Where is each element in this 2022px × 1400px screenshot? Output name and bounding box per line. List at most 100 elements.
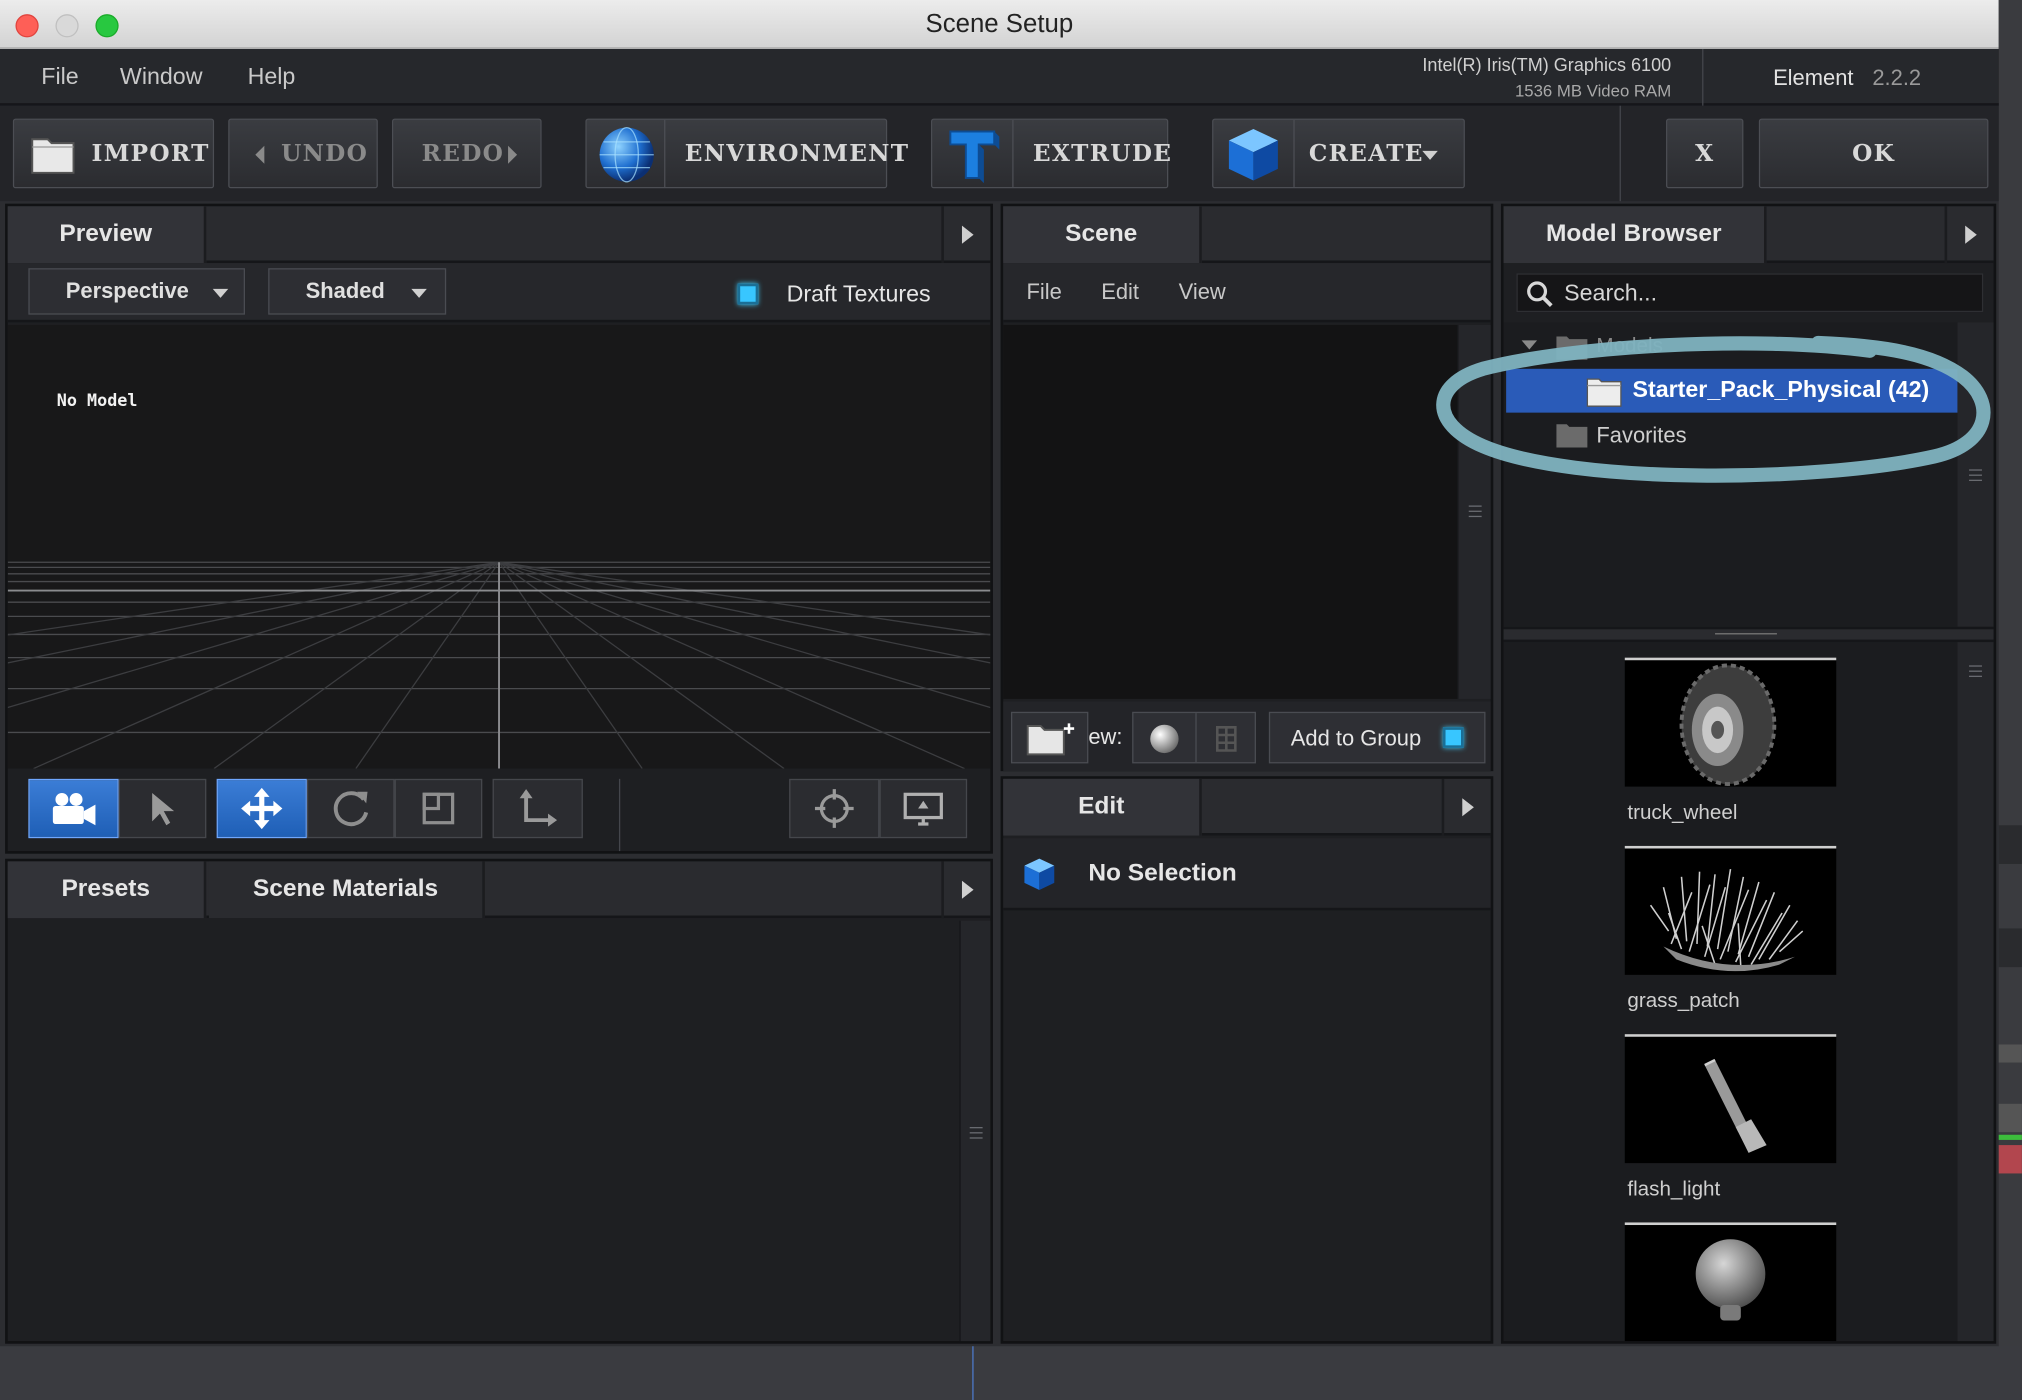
- tab-presets[interactable]: Presets: [7, 861, 207, 919]
- scale-icon: [422, 792, 455, 825]
- video-camera-icon: [52, 793, 96, 826]
- chevron-right-icon: [1461, 798, 1474, 817]
- model-thumbnail-truck-wheel[interactable]: [1624, 657, 1837, 787]
- presets-scrollbar[interactable]: [959, 920, 991, 1342]
- camera-tool-button[interactable]: [28, 778, 119, 839]
- scene-view-label: ew:: [1088, 724, 1123, 750]
- tab-scene-materials[interactable]: Scene Materials: [208, 861, 485, 919]
- import-label: IMPORT: [91, 139, 210, 167]
- render-tool-button[interactable]: [879, 778, 968, 839]
- move-tool-button[interactable]: [216, 778, 307, 839]
- redo-button[interactable]: REDO: [392, 118, 542, 189]
- tab-preview[interactable]: Preview: [7, 206, 207, 264]
- gpu-vram: 1536 MB Video RAM: [1514, 81, 1672, 101]
- sphere-icon: [1150, 724, 1179, 754]
- extrude-label: EXTRUDE: [1032, 139, 1173, 167]
- tab-scene[interactable]: Scene: [1003, 206, 1202, 264]
- chevron-right-icon: [961, 880, 973, 899]
- environment-button[interactable]: ENVIRONMENT: [585, 118, 908, 189]
- scene-setup-window: Scene Setup File Window Help Intel(R) Ir…: [0, 0, 2022, 1400]
- ok-button[interactable]: OK: [1758, 118, 1989, 189]
- wheel-icon: [1679, 663, 1777, 786]
- undo-button[interactable]: UNDO: [228, 118, 378, 189]
- preview-panel-menu-button[interactable]: [941, 206, 990, 264]
- draft-textures-checkbox[interactable]: [737, 283, 759, 305]
- scroll-grip-icon: [969, 1127, 983, 1142]
- extrude-text-icon: [949, 130, 1000, 184]
- focus-tool-button[interactable]: [789, 778, 880, 839]
- shading-dropdown[interactable]: Shaded: [268, 268, 447, 315]
- chevron-down-icon: [411, 288, 427, 298]
- scene-menu-edit[interactable]: Edit: [1101, 280, 1139, 306]
- select-tool-button[interactable]: [118, 778, 207, 839]
- scale-tool-button[interactable]: [394, 778, 483, 839]
- new-group-button[interactable]: [1010, 711, 1089, 764]
- presets-panel-menu-button[interactable]: [941, 861, 990, 919]
- title-bar: Scene Setup: [0, 0, 1999, 50]
- edit-panel: Edit No Selection: [1000, 776, 1494, 1344]
- globe-icon: [599, 127, 654, 183]
- scene-menu-view[interactable]: View: [1179, 280, 1226, 306]
- model-label-flash-light: flash_light: [1627, 1178, 1721, 1201]
- model-browser-menu-button[interactable]: [1944, 206, 1994, 264]
- add-to-group-toggle[interactable]: Add to Group: [1268, 711, 1486, 764]
- edit-panel-menu-button[interactable]: [1441, 778, 1491, 836]
- main-toolbar: IMPORT UNDO REDO ENVIRONMENT EXTRUDE CRE…: [0, 105, 1999, 202]
- background-app-bottom: [0, 1346, 2022, 1400]
- ok-label: OK: [1852, 139, 1896, 167]
- cube-icon: [1228, 128, 1278, 181]
- tab-edit[interactable]: Edit: [1003, 778, 1202, 836]
- chevron-left-icon: [255, 145, 265, 164]
- extrude-button[interactable]: EXTRUDE: [931, 118, 1171, 189]
- move-arrows-icon: [241, 787, 283, 830]
- grass-icon: [1649, 868, 1804, 972]
- chevron-right-icon: [508, 145, 518, 164]
- pointer-icon: [152, 793, 175, 826]
- add-to-group-checkbox[interactable]: [1442, 727, 1464, 748]
- model-label-grass-patch: grass_patch: [1627, 990, 1740, 1013]
- scene-tree[interactable]: [1003, 324, 1458, 699]
- background-app-strip: [1998, 0, 2022, 1400]
- model-label-truck-wheel: truck_wheel: [1627, 802, 1738, 824]
- camera-value: Perspective: [65, 278, 189, 304]
- model-thumbnail-grass-patch[interactable]: [1624, 845, 1837, 975]
- split-handle[interactable]: [1503, 626, 1994, 643]
- scroll-grip-icon: [1468, 505, 1482, 520]
- scene-panel: Scene File Edit View ew: Add to Group: [1000, 203, 1494, 772]
- create-label: CREATE: [1308, 139, 1424, 167]
- preview-panel: Preview Perspective Shaded Draft Texture…: [5, 203, 993, 854]
- monitor-icon: [903, 792, 943, 826]
- chevron-right-icon: [961, 225, 973, 244]
- cube-icon: [1024, 858, 1055, 890]
- tab-model-browser[interactable]: Model Browser: [1503, 206, 1767, 264]
- rotate-icon: [333, 791, 369, 827]
- crosshair-icon: [814, 789, 854, 828]
- scene-view-toggle[interactable]: [1132, 711, 1256, 764]
- axis-tool-button[interactable]: [492, 778, 583, 839]
- wireframe-icon: [1215, 725, 1237, 752]
- menu-help[interactable]: Help: [248, 63, 296, 90]
- create-button[interactable]: CREATE: [1212, 118, 1465, 189]
- bulb-icon: [1695, 1239, 1766, 1321]
- rotate-tool-button[interactable]: [306, 778, 395, 839]
- model-thumbnail-bulb[interactable]: [1624, 1222, 1837, 1342]
- import-button[interactable]: IMPORT: [12, 118, 215, 189]
- menu-window[interactable]: Window: [120, 63, 203, 90]
- add-to-group-label: Add to Group: [1290, 725, 1422, 751]
- scene-menu-file[interactable]: File: [1026, 280, 1061, 306]
- chevron-down-icon: [1422, 150, 1438, 160]
- camera-dropdown[interactable]: Perspective: [28, 268, 246, 315]
- search-icon: [1527, 281, 1553, 307]
- model-thumbnail-flash-light[interactable]: [1624, 1034, 1837, 1164]
- redo-label: REDO: [421, 139, 505, 167]
- model-grid-scrollbar[interactable]: [1957, 642, 1994, 1342]
- menu-file[interactable]: File: [41, 63, 78, 90]
- preview-options-bar: Perspective Shaded Draft Textures: [7, 263, 991, 323]
- chevron-right-icon: [1964, 225, 1977, 244]
- product-version: 2.2.2: [1872, 65, 1922, 91]
- preview-viewport[interactable]: No Model: [7, 324, 991, 769]
- flashlight-icon: [1704, 1058, 1767, 1153]
- model-search-field[interactable]: Search...: [1516, 273, 1984, 313]
- cancel-button[interactable]: X: [1666, 118, 1744, 189]
- window-title: Scene Setup: [925, 10, 1074, 39]
